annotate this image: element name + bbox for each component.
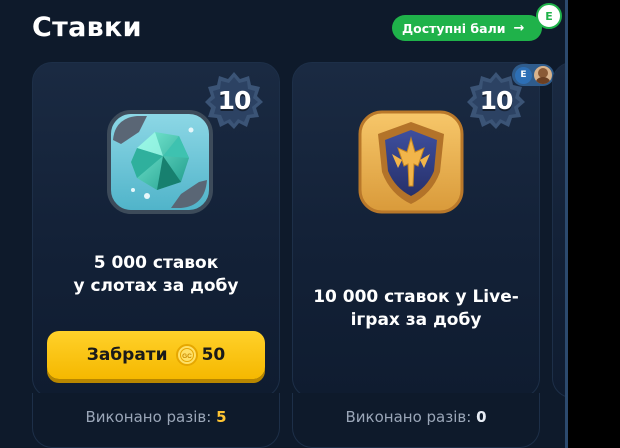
shield-trident-icon [358, 110, 464, 214]
crystal-gem-icon [107, 110, 213, 214]
coin-icon: GC [175, 344, 198, 366]
completed-label: Виконано разів: [85, 408, 212, 426]
task-description: 10 000 ставок у Live- іграх за добу [300, 286, 532, 332]
available-points-label: Доступні бали [402, 20, 506, 36]
claim-button[interactable]: Забрати GC 50 [47, 331, 265, 379]
page-title: Ставки [32, 12, 142, 43]
task-line-1: 5 000 ставок [93, 253, 219, 273]
coin-label: GC [182, 353, 192, 360]
task-line-1: 10 000 ставок у Live- [313, 287, 519, 307]
tasks-panel: Ставки Доступні бали → 10 5 000 ставок у… [0, 0, 565, 448]
user-avatar[interactable]: E [536, 3, 562, 29]
arrow-right-icon: → [513, 20, 525, 36]
participant-avatar [534, 66, 552, 84]
task-line-2: у слотах за добу [73, 276, 239, 296]
claim-label: Забрати [86, 345, 168, 365]
participants-avatars: E [512, 64, 554, 86]
scrollbar-edge [565, 0, 568, 448]
task-card-partial [552, 62, 565, 398]
badge-value: 10 [217, 85, 252, 115]
completed-value: 0 [476, 408, 487, 426]
participant-initial: E [515, 66, 532, 84]
completed-count: Виконано разів: 5 [32, 408, 280, 426]
completed-label: Виконано разів: [345, 408, 472, 426]
reward-badge: 10 [204, 70, 264, 130]
completed-count: Виконано разів: 0 [292, 408, 540, 426]
claim-amount: 50 [201, 345, 226, 365]
available-points-button[interactable]: Доступні бали → [392, 15, 542, 41]
task-line-2: іграх за добу [350, 310, 482, 330]
task-description: 5 000 ставок у слотах за добу [40, 252, 272, 298]
completed-value: 5 [216, 408, 227, 426]
